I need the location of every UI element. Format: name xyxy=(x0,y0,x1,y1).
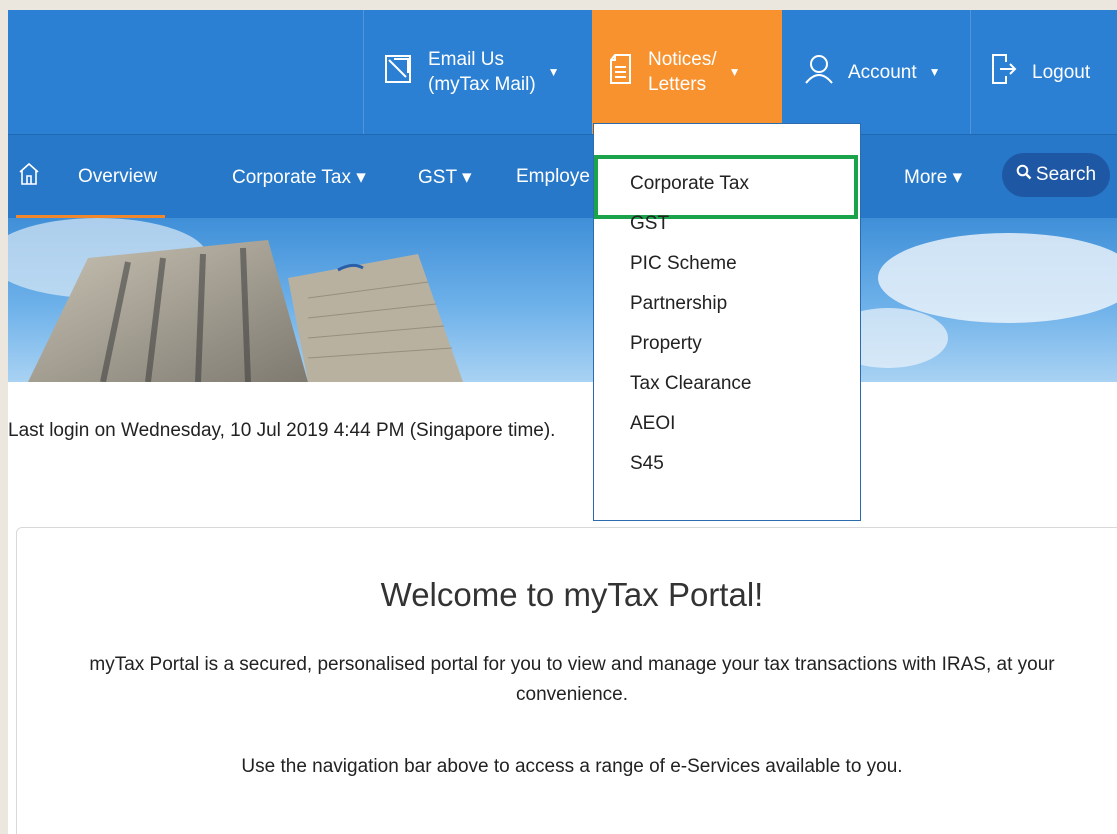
last-login-text: Last login on Wednesday, 10 Jul 2019 4:4… xyxy=(8,420,556,441)
logout-label: Logout xyxy=(1032,61,1091,83)
dropdown-item-gst[interactable]: GST xyxy=(630,213,669,235)
account-label: Account xyxy=(848,61,917,83)
logout-icon xyxy=(990,52,1018,92)
chevron-down-icon: ▼ xyxy=(728,65,741,79)
dropdown-item-pic-scheme[interactable]: PIC Scheme xyxy=(630,253,737,275)
nav-gst[interactable]: GST ▾ xyxy=(418,135,472,219)
nav-corporate-tax[interactable]: Corporate Tax ▾ xyxy=(232,135,366,219)
home-icon xyxy=(18,161,40,193)
notices-letters-dropdown: Corporate Tax GST PIC Scheme Partnership… xyxy=(593,123,861,521)
letters-label: Letters xyxy=(648,74,707,95)
banner-image xyxy=(8,218,1117,382)
account-menu[interactable]: Account ▼ xyxy=(804,10,941,134)
main-navigation: Overview Corporate Tax ▾ GST ▾ Employe M… xyxy=(8,134,1117,219)
dropdown-item-corporate-tax[interactable]: Corporate Tax xyxy=(630,173,749,195)
nav-more[interactable]: More ▾ xyxy=(904,135,962,219)
welcome-card: Welcome to myTax Portal! myTax Portal is… xyxy=(16,527,1117,834)
dropdown-item-partnership[interactable]: Partnership xyxy=(630,293,727,315)
page: Email Us (myTax Mail) ▼ Notices/ Letters… xyxy=(8,10,1117,834)
user-icon xyxy=(804,53,834,91)
envelope-icon xyxy=(384,51,414,93)
divider xyxy=(970,10,971,134)
search-button[interactable]: Search xyxy=(1002,153,1110,197)
chevron-down-icon: ▼ xyxy=(928,65,941,79)
welcome-title: Welcome to myTax Portal! xyxy=(380,576,764,613)
nav-employers-label: Employe xyxy=(516,166,590,187)
logout-button[interactable]: Logout xyxy=(990,10,1090,134)
mytax-mail-label: (myTax Mail) xyxy=(428,74,536,95)
nav-overview-label: Overview xyxy=(78,166,158,187)
chevron-down-icon: ▼ xyxy=(547,65,560,79)
dropdown-item-s45[interactable]: S45 xyxy=(630,453,664,475)
email-us-label: Email Us xyxy=(428,49,505,70)
nav-more-label: More ▾ xyxy=(904,166,963,188)
notices-letters-menu[interactable]: Notices/ Letters ▼ xyxy=(592,10,782,134)
dropdown-item-property[interactable]: Property xyxy=(630,333,702,355)
email-us-menu[interactable]: Email Us (myTax Mail) ▼ xyxy=(384,10,560,134)
search-icon xyxy=(1016,164,1032,186)
nav-overview[interactable]: Overview xyxy=(16,135,166,219)
nav-employers[interactable]: Employe xyxy=(516,135,590,219)
search-label: Search xyxy=(1035,164,1097,185)
top-bar: Email Us (myTax Mail) ▼ Notices/ Letters… xyxy=(8,10,1117,134)
notices-label: Notices/ xyxy=(648,49,717,70)
dropdown-item-aeoi[interactable]: AEOI xyxy=(630,413,675,435)
divider xyxy=(363,10,364,134)
document-icon xyxy=(608,51,634,93)
welcome-intro: myTax Portal is a secured, personalised … xyxy=(89,654,1055,705)
nav-corporate-tax-label: Corporate Tax ▾ xyxy=(232,166,366,188)
welcome-nav-hint: Use the navigation bar above to access a… xyxy=(241,756,903,777)
dropdown-item-tax-clearance[interactable]: Tax Clearance xyxy=(630,373,751,395)
nav-gst-label: GST ▾ xyxy=(418,166,472,188)
